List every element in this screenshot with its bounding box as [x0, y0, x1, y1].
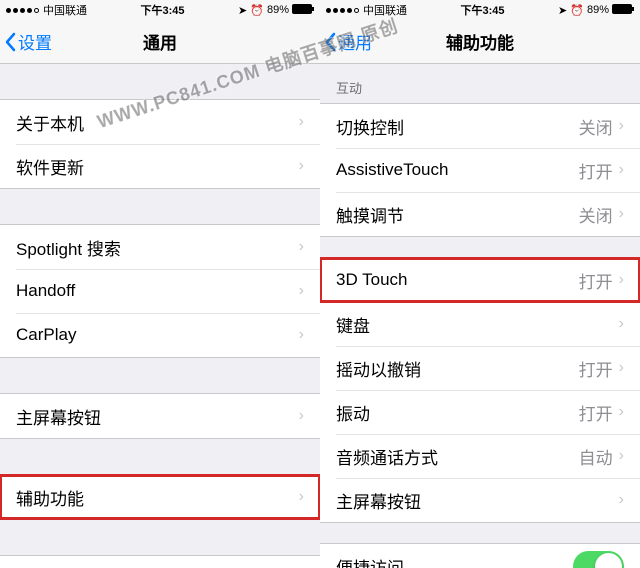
chevron-right-icon: › [299, 238, 304, 256]
chevron-right-icon: › [619, 205, 624, 223]
chevron-right-icon: › [299, 326, 304, 344]
row-touch-accommodations[interactable]: 触摸调节关闭 › [320, 192, 640, 236]
row-value: 自动 [579, 444, 613, 469]
group-3d-touch: 3D Touch打开› 键盘› 摇动以撤销打开› 振动打开› 音频通话方式自动›… [320, 257, 640, 523]
row-label: 软件更新 [16, 154, 299, 179]
row-3d-touch[interactable]: 3D Touch打开 › [320, 258, 640, 302]
row-software-update[interactable]: 软件更新› [0, 144, 320, 188]
row-label: 便捷访问 [336, 554, 573, 568]
battery-icon [292, 4, 314, 17]
chevron-right-icon: › [619, 359, 624, 377]
row-vibration[interactable]: 振动打开 › [320, 390, 640, 434]
status-bar: 中国联通 下午3:45 ➤ ⏰ 89% [0, 0, 320, 20]
row-label: Handoff [16, 281, 299, 301]
back-button-settings[interactable]: 设置 [0, 29, 52, 54]
row-label: 音频通话方式 [336, 444, 579, 469]
row-value: 打开 [579, 400, 613, 425]
row-label: 键盘 [336, 312, 613, 337]
row-quick-access[interactable]: 便捷访问 [320, 544, 640, 568]
row-label: 主屏幕按钮 [336, 488, 613, 513]
chevron-right-icon: › [619, 161, 624, 179]
chevron-right-icon: › [619, 271, 624, 289]
row-label: Spotlight 搜索 [16, 235, 299, 260]
carrier-label: 中国联通 [363, 2, 407, 18]
group-interaction: 切换控制关闭› AssistiveTouch打开› 触摸调节关闭› [320, 103, 640, 237]
row-label: 3D Touch [336, 270, 579, 290]
battery-label: 89% [267, 4, 289, 16]
alarm-icon: ⏰ [570, 4, 584, 17]
screen-general: 中国联通 下午3:45 ➤ ⏰ 89% 设置 通用 关于本机› 软件更新› Sp… [0, 0, 320, 568]
row-value: 关闭 [579, 114, 613, 139]
row-keyboard[interactable]: 键盘 › [320, 302, 640, 346]
row-value: 打开 [579, 158, 613, 183]
row-label: 关于本机 [16, 110, 299, 135]
row-about[interactable]: 关于本机› [0, 100, 320, 144]
row-label: 主屏幕按钮 [16, 404, 299, 429]
signal-dots-icon [6, 8, 39, 13]
row-accessibility[interactable]: 辅助功能› [0, 475, 320, 519]
screen-accessibility: 中国联通 下午3:45 ➤ ⏰ 89% 通用 辅助功能 互动 切换控制关闭› A… [320, 0, 640, 568]
nav-bar: 设置 通用 [0, 20, 320, 64]
carrier-label: 中国联通 [43, 2, 87, 18]
row-label: 辅助功能 [16, 485, 299, 510]
row-carplay[interactable]: CarPlay› [0, 313, 320, 357]
alarm-icon: ⏰ [250, 4, 264, 17]
back-label: 通用 [338, 29, 372, 54]
chevron-right-icon: › [299, 157, 304, 175]
row-label: AssistiveTouch [336, 160, 579, 180]
row-label: 触摸调节 [336, 202, 579, 227]
row-label: 振动 [336, 400, 579, 425]
row-shake-undo[interactable]: 摇动以撤销打开 › [320, 346, 640, 390]
quick-access-toggle[interactable] [573, 551, 624, 568]
group-home-button: 主屏幕按钮› [0, 393, 320, 439]
status-time: 下午3:45 [141, 2, 185, 18]
row-value: 关闭 [579, 202, 613, 227]
chevron-left-icon [4, 32, 16, 52]
location-icon: ➤ [558, 4, 567, 17]
group-accessibility: 辅助功能› [0, 474, 320, 520]
content-accessibility[interactable]: 互动 切换控制关闭› AssistiveTouch打开› 触摸调节关闭› 3D … [320, 64, 640, 568]
chevron-right-icon: › [299, 113, 304, 131]
chevron-right-icon: › [299, 282, 304, 300]
chevron-left-icon [324, 32, 336, 52]
row-label: CarPlay [16, 325, 299, 345]
row-value: 打开 [579, 268, 613, 293]
group-storage: 储存空间与 iCloud 用量› 后台应用刷新› [0, 555, 320, 568]
row-switch-control[interactable]: 切换控制关闭 › [320, 104, 640, 148]
row-call-audio[interactable]: 音频通话方式自动 › [320, 434, 640, 478]
row-storage[interactable]: 储存空间与 iCloud 用量› [0, 556, 320, 568]
row-value: 打开 [579, 356, 613, 381]
back-label: 设置 [18, 29, 52, 54]
content-general[interactable]: 关于本机› 软件更新› Spotlight 搜索› Handoff› CarPl… [0, 64, 320, 568]
chevron-right-icon: › [619, 491, 624, 509]
chevron-right-icon: › [619, 117, 624, 135]
status-bar: 中国联通 下午3:45 ➤ ⏰ 89% [320, 0, 640, 20]
row-home-button[interactable]: 主屏幕按钮› [0, 394, 320, 438]
back-button-general[interactable]: 通用 [320, 29, 372, 54]
location-icon: ➤ [238, 4, 247, 17]
chevron-right-icon: › [299, 488, 304, 506]
group-quick-access: 便捷访问 [320, 543, 640, 568]
chevron-right-icon: › [299, 407, 304, 425]
row-assistive-touch[interactable]: AssistiveTouch打开 › [320, 148, 640, 192]
group-about: 关于本机› 软件更新› [0, 99, 320, 189]
row-handoff[interactable]: Handoff› [0, 269, 320, 313]
status-time: 下午3:45 [461, 2, 505, 18]
row-home-button[interactable]: 主屏幕按钮 › [320, 478, 640, 522]
chevron-right-icon: › [619, 403, 624, 421]
signal-dots-icon [326, 8, 359, 13]
section-header-interaction: 互动 [320, 64, 640, 103]
nav-bar: 通用 辅助功能 [320, 20, 640, 64]
row-spotlight[interactable]: Spotlight 搜索› [0, 225, 320, 269]
group-spotlight: Spotlight 搜索› Handoff› CarPlay› [0, 224, 320, 358]
battery-icon [612, 4, 634, 17]
row-label: 切换控制 [336, 114, 579, 139]
chevron-right-icon: › [619, 447, 624, 465]
battery-label: 89% [587, 4, 609, 16]
chevron-right-icon: › [619, 315, 624, 333]
row-label: 摇动以撤销 [336, 356, 579, 381]
